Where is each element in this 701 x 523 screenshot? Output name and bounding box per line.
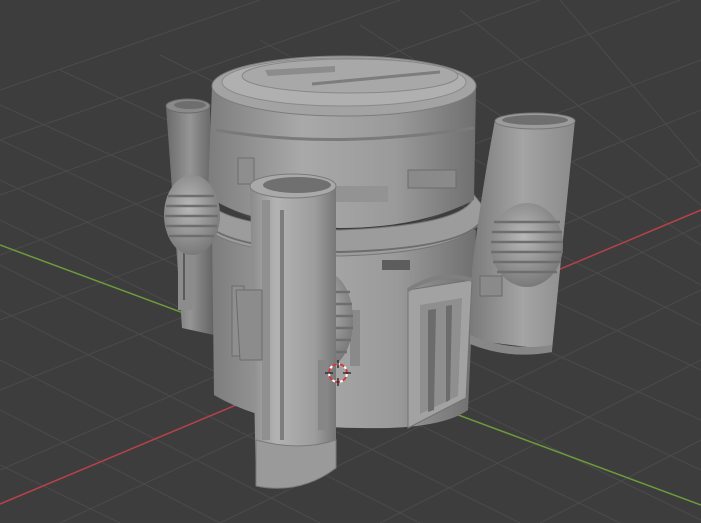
left-sphere[interactable] [164, 175, 220, 255]
3d-model[interactable] [164, 55, 576, 489]
right-sphere[interactable] [491, 203, 563, 287]
front-pipe[interactable] [235, 173, 337, 489]
viewport-scene[interactable] [0, 0, 701, 523]
3d-viewport[interactable] [0, 0, 701, 523]
top-lid[interactable] [211, 55, 477, 117]
